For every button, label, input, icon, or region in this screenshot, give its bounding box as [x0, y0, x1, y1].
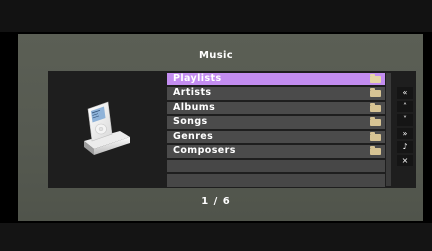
navigation-controls: « ˄ ˅ » ♪ ×: [397, 87, 413, 168]
list-item-empty: [167, 174, 385, 187]
top-band: [0, 0, 432, 32]
list-item-genres[interactable]: Genres: [167, 130, 385, 144]
scroll-down-button[interactable]: ˅: [397, 114, 413, 126]
music-note-icon: ♪: [402, 142, 408, 151]
list-item-label: Composers: [173, 145, 236, 157]
list-item-label: Genres: [173, 130, 214, 142]
folder-icon: [370, 131, 381, 141]
folder-icon: [370, 88, 381, 98]
list-item-label: Albums: [173, 101, 216, 113]
scroll-up-button[interactable]: ˄: [397, 100, 413, 112]
menu-list: Playlists Artists Albums Songs Genres Co…: [167, 73, 385, 189]
page-down-button[interactable]: »: [397, 127, 413, 139]
chevron-up-icon: ˄: [403, 101, 407, 111]
list-item-composers[interactable]: Composers: [167, 145, 385, 158]
bottom-band: [0, 223, 432, 251]
list-item-label: Artists: [173, 87, 212, 99]
close-icon: ×: [401, 155, 409, 165]
folder-icon: [370, 117, 381, 127]
folder-icon: [370, 146, 381, 156]
list-item-artists[interactable]: Artists: [167, 87, 385, 100]
list-item-label: Songs: [173, 116, 208, 128]
music-button[interactable]: ♪: [397, 141, 413, 153]
list-item-label: Playlists: [173, 73, 222, 84]
chevron-down-icon: ˅: [403, 115, 407, 124]
list-item-empty: [167, 159, 385, 173]
page-up-button[interactable]: «: [397, 87, 413, 99]
device-area: [48, 71, 166, 188]
screen: Music Playlists Artists Albums Songs Gen…: [0, 0, 432, 251]
close-button[interactable]: ×: [397, 154, 413, 166]
ipod-dock-icon: [84, 101, 130, 155]
folder-icon: [370, 102, 381, 112]
folder-icon: [370, 74, 381, 83]
page-title: Music: [199, 50, 233, 61]
double-chevron-down-icon: »: [402, 128, 408, 138]
double-chevron-up-icon: «: [402, 88, 408, 97]
list-item-playlists[interactable]: Playlists: [167, 73, 385, 86]
page-indicator: 1 / 6: [201, 196, 231, 207]
list-item-albums[interactable]: Albums: [167, 101, 385, 115]
list-item-songs[interactable]: Songs: [167, 116, 385, 129]
scrollbar[interactable]: [386, 73, 391, 186]
